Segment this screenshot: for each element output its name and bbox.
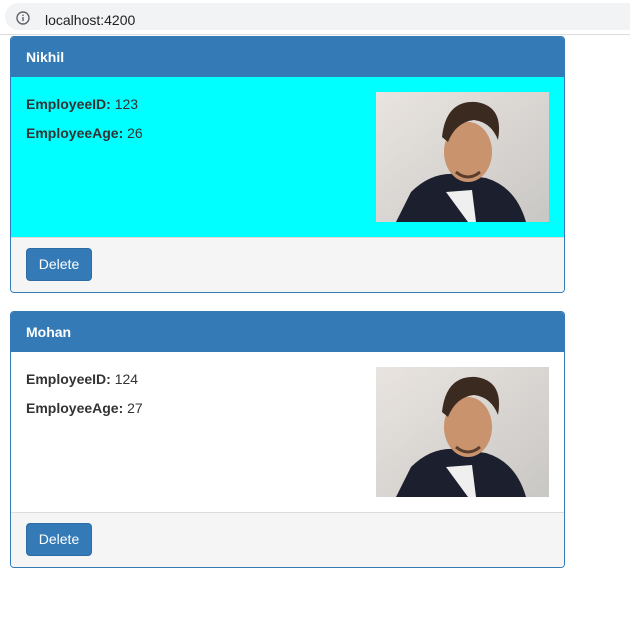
employee-name: Nikhil bbox=[11, 37, 564, 77]
employee-age-row: EmployeeAge: 27 bbox=[26, 400, 143, 416]
employee-age-row: EmployeeAge: 26 bbox=[26, 125, 143, 141]
address-field[interactable]: localhost:4200 bbox=[5, 3, 630, 30]
employee-card-footer: Delete bbox=[11, 512, 564, 567]
delete-button[interactable]: Delete bbox=[26, 523, 92, 556]
employee-age-value: 27 bbox=[127, 400, 143, 416]
employee-age-value: 26 bbox=[127, 125, 143, 141]
employee-card: Mohan EmployeeID: 124 EmployeeAge: 27 De… bbox=[10, 311, 565, 568]
employee-photo bbox=[376, 92, 549, 222]
employee-id-value: 124 bbox=[114, 371, 139, 387]
delete-button[interactable]: Delete bbox=[26, 248, 92, 281]
employee-name: Mohan bbox=[11, 312, 564, 352]
info-icon[interactable] bbox=[16, 11, 30, 25]
browser-address-bar: localhost:4200 bbox=[0, 0, 630, 35]
employee-age-label: EmployeeAge: bbox=[26, 125, 124, 141]
employee-id-row: EmployeeID: 124 bbox=[26, 371, 138, 387]
employee-id-label: EmployeeID: bbox=[26, 96, 111, 112]
employee-age-label: EmployeeAge: bbox=[26, 400, 124, 416]
url-text[interactable]: localhost:4200 bbox=[45, 12, 135, 28]
employee-card-body: EmployeeID: 124 EmployeeAge: 27 bbox=[11, 352, 564, 512]
employee-card-body: EmployeeID: 123 EmployeeAge: 26 bbox=[11, 77, 564, 237]
employee-id-value: 123 bbox=[114, 96, 139, 112]
employee-id-label: EmployeeID: bbox=[26, 371, 111, 387]
employee-photo bbox=[376, 367, 549, 497]
employee-card-footer: Delete bbox=[11, 237, 564, 292]
employee-id-row: EmployeeID: 123 bbox=[26, 96, 138, 112]
employee-card: Nikhil EmployeeID: 123 EmployeeAge: 26 D… bbox=[10, 36, 565, 293]
